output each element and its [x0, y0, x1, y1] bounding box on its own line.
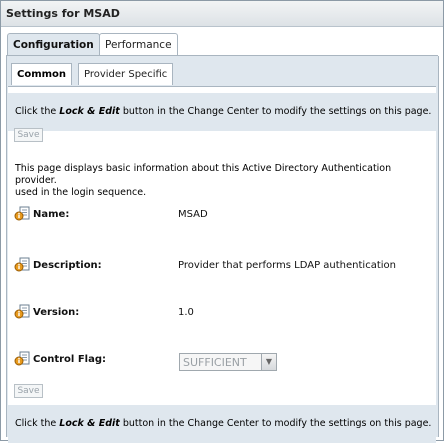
chevron-down-icon[interactable]: ▼ — [261, 354, 276, 370]
notice-emphasis: Lock & Edit — [59, 418, 120, 429]
version-label: Version: — [33, 307, 80, 318]
settings-window: Settings for MSAD Configuration Performa… — [0, 0, 444, 443]
tab-performance-label: Performance — [105, 39, 172, 51]
subtab-provider-specific[interactable]: Provider Specific — [78, 63, 174, 85]
subtab-common[interactable]: Common — [11, 63, 73, 85]
subtab-common-label: Common — [17, 69, 67, 80]
info-icon[interactable] — [14, 257, 30, 273]
info-icon[interactable] — [14, 351, 30, 367]
subtab-provider-specific-label: Provider Specific — [84, 69, 168, 80]
name-label: Name: — [33, 209, 70, 220]
tab-configuration[interactable]: Configuration — [7, 33, 100, 55]
lock-edit-notice-top: Click the Lock & Edit button in the Chan… — [15, 106, 431, 117]
notice-prefix: Click the — [15, 106, 60, 117]
description-line-2: used in the login sequence. — [15, 187, 147, 198]
control-flag-value: SUFFICIENT — [183, 356, 247, 369]
version-value: 1.0 — [178, 307, 194, 318]
notice-band-bottom: Click the Lock & Edit button in the Chan… — [8, 405, 436, 443]
notice-emphasis: Lock & Edit — [59, 106, 120, 117]
description-value: Provider that performs LDAP authenticati… — [178, 260, 396, 271]
name-value: MSAD — [178, 209, 208, 220]
window-title: Settings for MSAD — [6, 7, 120, 20]
tab-performance[interactable]: Performance — [99, 33, 178, 55]
control-flag-label: Control Flag: — [33, 354, 106, 365]
control-flag-select[interactable]: SUFFICIENT ▼ — [179, 353, 277, 371]
info-icon[interactable] — [14, 304, 30, 320]
tab-configuration-label: Configuration — [13, 39, 94, 51]
page-description: This page displays basic information abo… — [15, 163, 435, 199]
save-button-top[interactable]: Save — [14, 128, 43, 142]
notice-suffix: button in the Change Center to modify th… — [119, 106, 432, 117]
save-button-bottom[interactable]: Save — [14, 384, 43, 398]
lock-edit-notice-bottom: Click the Lock & Edit button in the Chan… — [15, 418, 431, 429]
common-settings-content: Click the Lock & Edit button in the Chan… — [8, 86, 436, 443]
description-label: Description: — [33, 260, 102, 271]
notice-band-top: Click the Lock & Edit button in the Chan… — [8, 93, 436, 131]
notice-suffix: button in the Change Center to modify th… — [119, 418, 432, 429]
info-icon[interactable] — [14, 206, 30, 222]
title-bar: Settings for MSAD — [1, 1, 443, 27]
description-line-1: This page displays basic information abo… — [15, 163, 392, 186]
notice-prefix: Click the — [15, 418, 60, 429]
